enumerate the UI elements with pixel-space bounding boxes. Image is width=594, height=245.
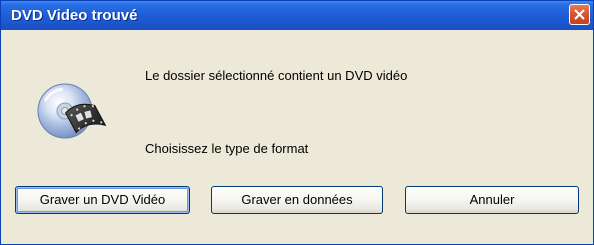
dialog-window: DVD Video trouvé Le dossier sélectionné … bbox=[0, 0, 594, 245]
dvd-found-message: Le dossier sélectionné contient un DVD v… bbox=[145, 68, 408, 83]
close-icon bbox=[574, 9, 585, 20]
window-title: DVD Video trouvé bbox=[11, 7, 138, 24]
choose-format-message: Choisissez le type de format bbox=[145, 141, 309, 156]
title-bar[interactable]: DVD Video trouvé bbox=[1, 1, 593, 30]
dvd-film-icon bbox=[37, 83, 107, 139]
burn-data-button[interactable]: Graver en données bbox=[211, 186, 383, 214]
burn-dvd-video-button[interactable]: Graver un DVD Vidéo bbox=[15, 186, 190, 214]
close-button[interactable] bbox=[569, 4, 590, 25]
dialog-content: Le dossier sélectionné contient un DVD v… bbox=[5, 31, 589, 240]
cancel-button[interactable]: Annuler bbox=[405, 186, 579, 214]
